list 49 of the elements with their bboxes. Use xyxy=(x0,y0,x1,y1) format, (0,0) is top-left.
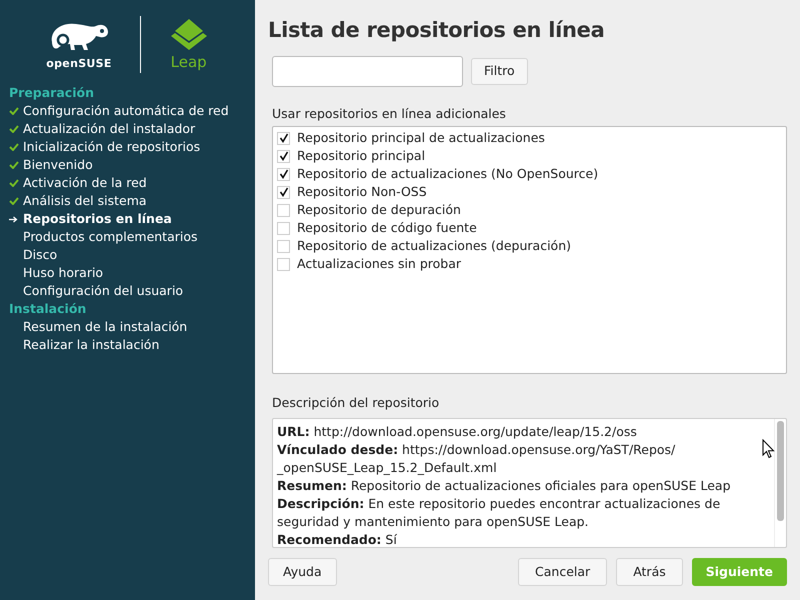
product-name: Leap xyxy=(170,54,207,70)
checkbox[interactable] xyxy=(277,258,290,270)
checkbox[interactable] xyxy=(277,204,290,216)
description-text: Recomendado: Sí xyxy=(277,531,398,547)
layers-logo-icon xyxy=(168,18,209,50)
step-label: Resumen de la instalación xyxy=(23,318,188,336)
checkbox-label[interactable]: Repositorio Non-OSS xyxy=(297,182,427,202)
step-label: Análisis del sistema xyxy=(23,192,147,210)
checkbox-label[interactable]: Repositorio de depuración xyxy=(297,200,461,220)
step-label: Productos complementarios xyxy=(23,228,198,246)
dialog-button[interactable]: Ayuda xyxy=(268,558,337,586)
description-text: Descripción: En este repositorio puedes encontrar actualizaciones de seguridad y mantenimiento para openSUSE Leap. xyxy=(277,495,722,531)
description-label: Descripción del repositorio xyxy=(271,394,440,412)
step-label: Activación de la red xyxy=(23,174,147,192)
checkbox-label[interactable]: Repositorio principal de actualizaciones xyxy=(297,128,545,148)
checkbox[interactable] xyxy=(277,222,290,234)
description-text: Resumen: Repositorio de actualizaciones oficiales para openSUSE Leap xyxy=(277,477,732,495)
checkbox-label[interactable]: Repositorio principal xyxy=(297,146,426,166)
scrollbar-thumb[interactable] xyxy=(777,421,784,521)
mouse-pointer-icon xyxy=(762,439,775,459)
step-label: Configuración del usuario xyxy=(23,282,184,300)
step-label: Configuración automática de red xyxy=(23,102,229,120)
step-label: Bienvenido xyxy=(23,156,93,174)
checkbox-label[interactable]: Repositorio de actualizaciones (No OpenSource) xyxy=(297,164,598,184)
checkbox[interactable] xyxy=(277,240,290,252)
step-label: Inicialización de repositorios xyxy=(23,138,200,156)
filter-field[interactable] xyxy=(272,56,463,87)
page-title: Lista de repositorios en línea xyxy=(268,17,606,44)
checkbox[interactable] xyxy=(277,132,290,144)
checkbox-label[interactable]: Repositorio de código fuente xyxy=(297,218,477,238)
checkbox-label[interactable]: Actualizaciones sin probar xyxy=(297,254,462,274)
checkbox-label[interactable]: Repositorio de actualizaciones (depuración) xyxy=(297,236,571,256)
step-label: Actualización del instalador xyxy=(23,120,196,138)
step-group-heading: Preparación xyxy=(8,84,95,102)
filter-button[interactable]: Filtro xyxy=(471,58,528,85)
step-group-heading: Instalación xyxy=(8,300,88,318)
list-label: Usar repositorios en línea adicionales xyxy=(271,105,507,123)
step-label: Disco xyxy=(23,246,58,264)
step-label: Repositorios en línea xyxy=(23,210,172,228)
description-text: Vínculado desde: https://download.opensuse.org/YaST/Repos/ _openSUSE_Leap_15.2_Default.xml xyxy=(277,441,676,477)
description-text: URL: http://download.opensuse.org/update/leap/15.2/oss xyxy=(277,423,638,441)
brand-name: openSUSE xyxy=(46,58,112,68)
checkbox[interactable] xyxy=(277,186,290,198)
dialog-button[interactable]: Atrás xyxy=(616,558,683,586)
checkbox[interactable] xyxy=(277,150,290,162)
checkbox[interactable] xyxy=(277,168,290,180)
step-label: Realizar la instalación xyxy=(23,336,160,354)
dialog-button[interactable]: Cancelar xyxy=(518,558,608,586)
step-label: Huso horario xyxy=(23,264,104,282)
